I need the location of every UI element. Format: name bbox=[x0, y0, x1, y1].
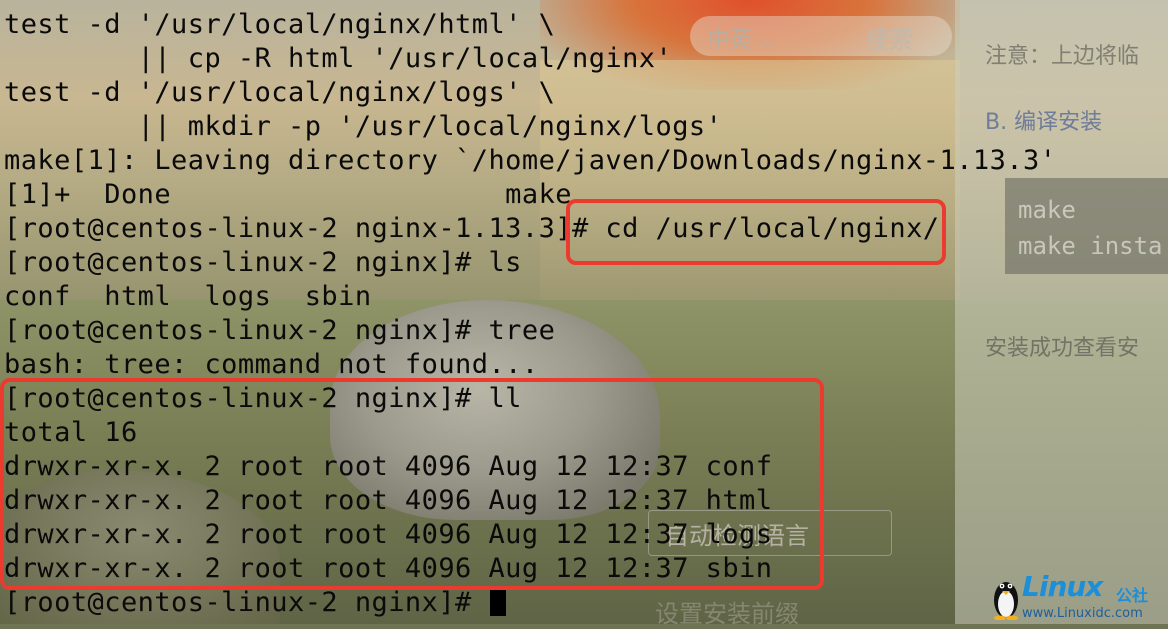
terminal-line: drwxr-xr-x. 2 root root 4096 Aug 12 12:3… bbox=[4, 519, 773, 550]
terminal-cursor bbox=[490, 587, 507, 616]
watermark-brand: Linux bbox=[1022, 570, 1103, 603]
terminal-line: bash: tree: command not found... bbox=[4, 349, 539, 380]
terminal-line: drwxr-xr-x. 2 root root 4096 Aug 12 12:3… bbox=[4, 553, 773, 584]
terminal-line: || cp -R html '/usr/local/nginx' bbox=[4, 43, 673, 74]
penguin-icon bbox=[994, 582, 1018, 620]
terminal-window[interactable]: test -d '/usr/local/nginx/html' \ || cp … bbox=[0, 0, 1168, 624]
terminal-line: make[1]: Leaving directory `/home/javen/… bbox=[4, 145, 1057, 176]
terminal-line: drwxr-xr-x. 2 root root 4096 Aug 12 12:3… bbox=[4, 451, 773, 482]
terminal-prompt-line[interactable]: [root@centos-linux-2 nginx]# bbox=[4, 586, 507, 620]
terminal-line: test -d '/usr/local/nginx/html' \ bbox=[4, 9, 556, 40]
terminal-line: [root@centos-linux-2 nginx]# ll bbox=[4, 383, 522, 414]
watermark-brand-cn: 公社 bbox=[1116, 586, 1149, 605]
terminal-line: || mkdir -p '/usr/local/nginx/logs' bbox=[4, 111, 723, 142]
terminal-line: test -d '/usr/local/nginx/logs' \ bbox=[4, 77, 556, 108]
terminal-prompt: [root@centos-linux-2 nginx]# bbox=[4, 587, 489, 618]
terminal-line: total 16 bbox=[4, 417, 138, 448]
terminal-line: conf html logs sbin bbox=[4, 281, 372, 312]
linuxidc-watermark: Linux 公社 www.Linuxidc.com bbox=[992, 570, 1168, 624]
terminal-line: [root@centos-linux-2 nginx]# tree bbox=[4, 315, 556, 346]
terminal-line: drwxr-xr-x. 2 root root 4096 Aug 12 12:3… bbox=[4, 485, 773, 516]
watermark-site: www.Linuxidc.com bbox=[1022, 606, 1143, 621]
terminal-line: [1]+ Done make bbox=[4, 179, 572, 210]
terminal-line: [root@centos-linux-2 nginx-1.13.3]# cd /… bbox=[4, 213, 940, 244]
terminal-line: [root@centos-linux-2 nginx]# ls bbox=[4, 247, 522, 278]
